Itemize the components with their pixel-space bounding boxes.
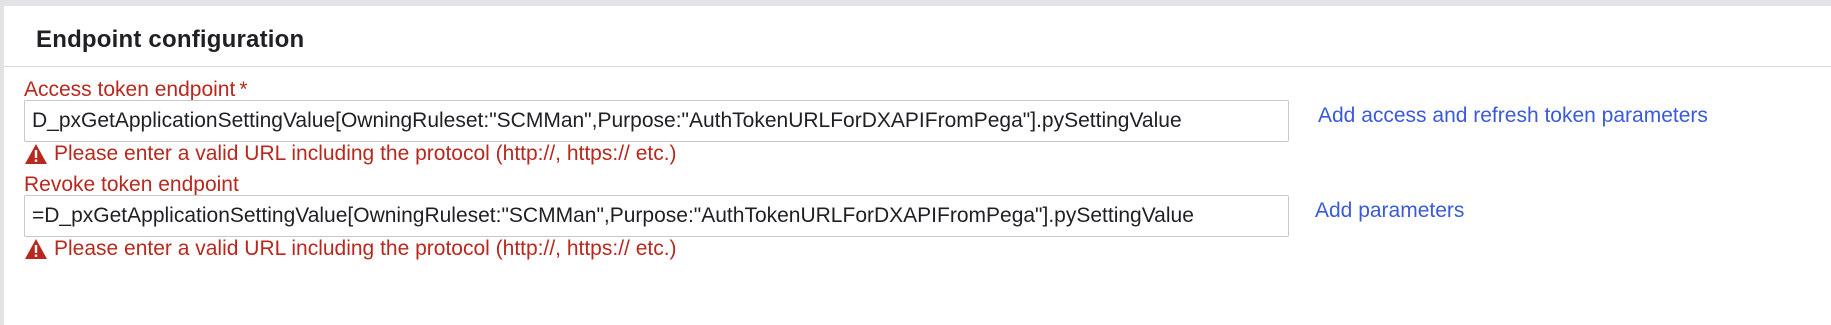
revoke-token-endpoint-input[interactable]: [24, 195, 1289, 237]
add-parameters-link[interactable]: Add parameters: [1315, 199, 1464, 223]
access-token-label-text: Access token endpoint: [24, 78, 236, 101]
access-token-error-text: Please enter a valid URL including the p…: [54, 142, 677, 165]
panel-header: Endpoint configuration: [4, 6, 1831, 67]
revoke-token-error: Please enter a valid URL including the p…: [24, 237, 677, 261]
required-marker: *: [239, 78, 248, 101]
warning-triangle-icon: [24, 143, 48, 165]
access-token-endpoint-input[interactable]: [24, 100, 1289, 142]
access-token-error: Please enter a valid URL including the p…: [24, 142, 677, 166]
panel-title: Endpoint configuration: [36, 26, 305, 53]
revoke-token-label-text: Revoke token endpoint: [24, 173, 239, 196]
revoke-token-label: Revoke token endpoint: [24, 173, 239, 197]
add-access-refresh-token-parameters-link[interactable]: Add access and refresh token parameters: [1318, 104, 1708, 128]
endpoint-configuration-panel: Endpoint configuration Access token endp…: [4, 6, 1831, 325]
revoke-token-error-text: Please enter a valid URL including the p…: [54, 237, 677, 260]
access-token-label: Access token endpoint *: [24, 78, 248, 102]
warning-triangle-icon: [24, 238, 48, 260]
